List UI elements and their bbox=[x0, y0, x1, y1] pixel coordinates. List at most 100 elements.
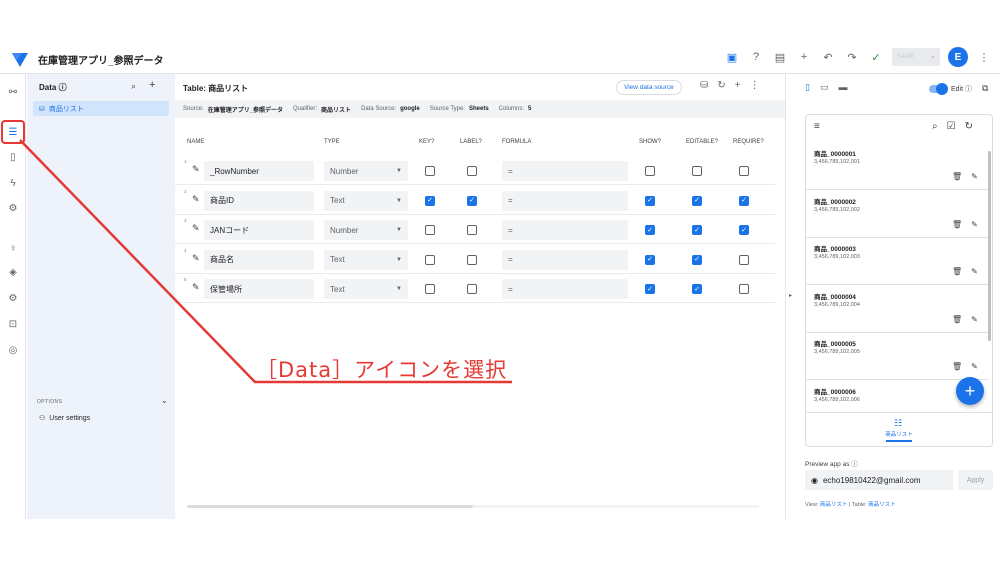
edit-column-icon[interactable]: ✎ bbox=[192, 253, 200, 264]
delete-icon[interactable]: 🗑 bbox=[952, 172, 962, 181]
intelligence-icon[interactable]: ♀ bbox=[5, 240, 21, 256]
edit-switch[interactable] bbox=[929, 82, 948, 95]
options-chevron-icon[interactable]: ⌄ bbox=[161, 396, 168, 405]
key-checkbox[interactable] bbox=[425, 284, 435, 294]
key-checkbox[interactable]: ✓ bbox=[425, 195, 435, 206]
sync-icon[interactable]: ↻ bbox=[965, 121, 973, 132]
formula-field[interactable]: = bbox=[502, 161, 628, 181]
share-nodes-icon[interactable]: ⚯ bbox=[5, 84, 21, 100]
search-icon[interactable]: ⌕ bbox=[932, 121, 938, 132]
column-name-field[interactable]: 保管場所 bbox=[204, 279, 314, 299]
label-checkbox[interactable] bbox=[467, 225, 477, 235]
add-record-button[interactable]: + bbox=[956, 377, 984, 405]
show-checkbox[interactable] bbox=[645, 166, 655, 176]
open-external-icon[interactable]: ⧉ bbox=[982, 83, 988, 94]
formula-field[interactable]: = bbox=[502, 249, 628, 270]
column-name-field[interactable]: JANコード bbox=[204, 220, 314, 240]
column-name-field[interactable]: 商品名 bbox=[204, 249, 314, 270]
settings-icon[interactable]: ⚙ bbox=[5, 290, 21, 306]
require-checkbox[interactable] bbox=[739, 284, 749, 294]
sort-menu-icon[interactable]: ≡ bbox=[814, 121, 820, 132]
avatar[interactable]: E bbox=[948, 47, 968, 67]
column-type-select[interactable]: Number ▼ bbox=[324, 161, 408, 181]
share-icon[interactable]: + bbox=[796, 49, 812, 65]
preview-scrollbar[interactable] bbox=[988, 151, 991, 341]
label-checkbox[interactable] bbox=[467, 254, 477, 265]
edit-column-icon[interactable]: ✎ bbox=[192, 223, 200, 234]
require-checkbox[interactable] bbox=[739, 254, 749, 265]
edit-column-icon[interactable]: ✎ bbox=[192, 282, 200, 293]
search-icon[interactable]: ⌕ bbox=[131, 81, 136, 92]
undo-icon[interactable]: ↶ bbox=[820, 49, 836, 65]
formula-field[interactable]: = bbox=[502, 220, 628, 240]
record-card[interactable]: 商品_0000003 3,456,789,102,003 🗑 ✎ bbox=[806, 238, 988, 285]
automation-icon[interactable]: ⚙ bbox=[5, 200, 21, 216]
require-checkbox[interactable]: ✓ bbox=[739, 195, 749, 206]
refresh-icon[interactable]: ↻ bbox=[717, 80, 725, 91]
edit-icon[interactable]: ✎ bbox=[971, 315, 978, 324]
views-icon[interactable]: ▯ bbox=[5, 149, 21, 165]
editable-checkbox[interactable]: ✓ bbox=[692, 284, 702, 294]
preview-email-field[interactable]: ◉ echo19810422@gmail.com bbox=[805, 470, 953, 490]
mobile-device-icon[interactable]: ▯ bbox=[805, 82, 810, 93]
delete-icon[interactable]: 🗑 bbox=[952, 315, 962, 324]
column-name-field[interactable]: _RowNumber bbox=[204, 161, 314, 181]
panel-splitter[interactable]: ▸ bbox=[785, 74, 797, 519]
horizontal-scrollbar[interactable] bbox=[187, 505, 473, 508]
key-checkbox[interactable] bbox=[425, 225, 435, 235]
formula-field[interactable]: = bbox=[502, 190, 628, 211]
list-view-icon[interactable]: ☷ bbox=[894, 418, 902, 429]
more-menu-icon[interactable]: ⋮ bbox=[976, 49, 992, 65]
user-settings-item[interactable]: ⚇ User settings bbox=[39, 414, 90, 423]
redo-icon[interactable]: ↷ bbox=[844, 49, 860, 65]
label-checkbox[interactable] bbox=[467, 166, 477, 176]
formula-field[interactable]: = bbox=[502, 279, 628, 299]
help-icon[interactable]: ? bbox=[748, 49, 764, 65]
edit-column-icon[interactable]: ✎ bbox=[192, 164, 200, 175]
more-icon[interactable]: ⋮ bbox=[750, 80, 760, 91]
actions-icon[interactable]: ϟ bbox=[5, 175, 21, 191]
record-card[interactable]: 商品_0000005 3,456,789,102,005 🗑 ✎ bbox=[806, 333, 988, 380]
preview-toggle-icon[interactable]: ▣ bbox=[724, 49, 740, 65]
apply-button[interactable]: Apply bbox=[958, 470, 993, 490]
require-checkbox[interactable] bbox=[739, 166, 749, 176]
record-card[interactable]: 商品_0000004 3,456,789,102,004 🗑 ✎ bbox=[806, 286, 988, 333]
edit-column-icon[interactable]: ✎ bbox=[192, 194, 200, 205]
show-checkbox[interactable]: ✓ bbox=[645, 195, 655, 206]
add-table-icon[interactable]: + bbox=[149, 79, 155, 91]
column-type-select[interactable]: Text ▼ bbox=[324, 190, 408, 211]
column-name-field[interactable]: 商品ID bbox=[204, 190, 314, 211]
edit-icon[interactable]: ✎ bbox=[971, 172, 978, 181]
show-checkbox[interactable]: ✓ bbox=[645, 284, 655, 294]
tablet-device-icon[interactable]: ▭ bbox=[820, 82, 829, 93]
label-checkbox[interactable]: ✓ bbox=[467, 195, 477, 206]
manage-icon[interactable]: ⊡ bbox=[5, 316, 21, 332]
security-icon[interactable]: ◈ bbox=[5, 264, 21, 280]
edit-mode-toggle[interactable]: Edit ⓘ ⧉ bbox=[929, 82, 988, 95]
check-icon[interactable]: ✓ bbox=[868, 49, 884, 65]
delete-icon[interactable]: 🗑 bbox=[952, 220, 962, 229]
table-item-products[interactable]: ⛁ 商品リスト bbox=[33, 101, 169, 116]
column-type-select[interactable]: Number ▼ bbox=[324, 220, 408, 240]
delete-icon[interactable]: 🗑 bbox=[952, 362, 962, 371]
record-card[interactable]: 商品_0000001 3,456,789,102,001 🗑 ✎ bbox=[806, 143, 988, 190]
edit-icon[interactable]: ✎ bbox=[971, 220, 978, 229]
key-checkbox[interactable] bbox=[425, 254, 435, 265]
save-button[interactable]: SAVE ▾ bbox=[892, 48, 940, 66]
view-data-source-button[interactable]: View data source bbox=[616, 80, 682, 95]
docs-icon[interactable]: ▤ bbox=[772, 49, 788, 65]
editable-checkbox[interactable]: ✓ bbox=[692, 254, 702, 265]
require-checkbox[interactable]: ✓ bbox=[739, 225, 749, 235]
show-checkbox[interactable]: ✓ bbox=[645, 254, 655, 265]
column-type-select[interactable]: Text ▼ bbox=[324, 279, 408, 299]
collapse-arrow-icon[interactable]: ▸ bbox=[789, 292, 792, 299]
edit-icon[interactable]: ✎ bbox=[971, 267, 978, 276]
desktop-device-icon[interactable]: ▬ bbox=[838, 82, 847, 93]
learn-icon[interactable]: ◎ bbox=[5, 342, 21, 358]
add-column-icon[interactable]: + bbox=[735, 80, 741, 91]
regenerate-schema-icon[interactable]: ⛁ bbox=[700, 80, 708, 91]
record-card[interactable]: 商品_0000002 3,456,789,102,002 🗑 ✎ bbox=[806, 191, 988, 238]
label-checkbox[interactable] bbox=[467, 284, 477, 294]
view-link[interactable]: 商品リスト bbox=[820, 502, 848, 508]
show-checkbox[interactable]: ✓ bbox=[645, 225, 655, 235]
